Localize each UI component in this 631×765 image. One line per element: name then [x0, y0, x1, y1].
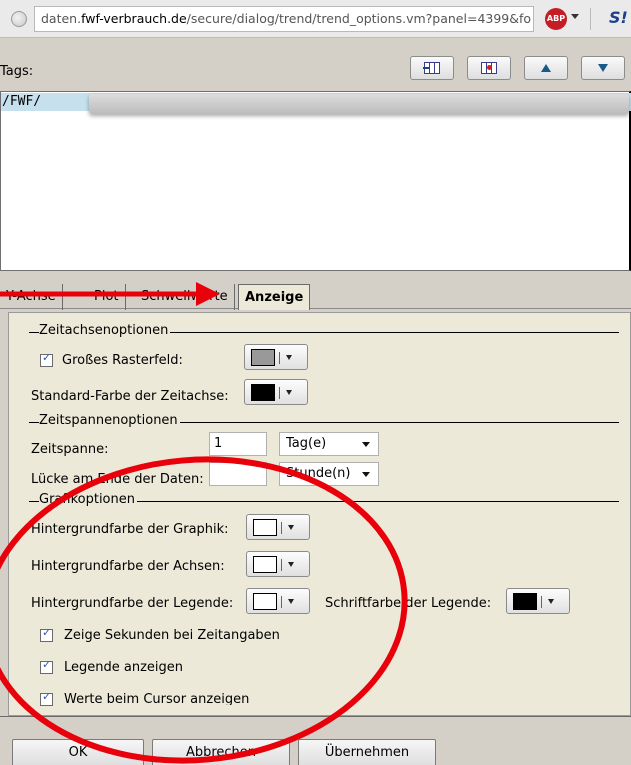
chevron-down-icon: [288, 525, 294, 530]
color-picker-separator: [281, 559, 282, 571]
bg-axes-label: Hintergrundfarbe der Achsen:: [31, 559, 225, 574]
default-color-label: Standard-Farbe der Zeitachse:: [31, 389, 229, 404]
large-grid-label: Großes Rasterfeld:: [62, 353, 183, 368]
extension-icon[interactable]: S!: [609, 8, 628, 27]
url-field[interactable]: daten.fwf-verbrauch.de/secure/dialog/tre…: [34, 6, 534, 32]
chevron-down-icon: [288, 562, 294, 567]
color-swatch: [253, 519, 277, 536]
timespan-input[interactable]: 1: [209, 432, 267, 456]
color-picker-separator: [279, 352, 280, 364]
bg-legend-color-picker[interactable]: [246, 588, 310, 614]
bg-axes-color-picker[interactable]: [246, 551, 310, 577]
color-picker-separator: [541, 596, 542, 608]
remove-row-icon: [481, 62, 497, 74]
globe-icon: [11, 11, 27, 27]
tab-plot[interactable]: Plot: [88, 284, 126, 310]
large-grid-color-picker[interactable]: [244, 344, 308, 370]
tab-thresholds[interactable]: Schwellwerte: [135, 284, 235, 310]
chevron-down-icon: [286, 390, 292, 395]
move-up-button[interactable]: [524, 56, 568, 80]
color-picker-separator: [279, 387, 280, 399]
selected-value: Tag(e): [286, 436, 327, 451]
color-picker-separator: [281, 522, 282, 534]
bg-graphic-label: Hintergrundfarbe der Graphik:: [31, 522, 229, 537]
tab-bar: Y-Achse Plot Schwellwerte Anzeige: [0, 279, 631, 310]
chevron-down-icon: [548, 599, 554, 604]
bg-legend-label: Hintergrundfarbe der Legende:: [31, 596, 234, 611]
group-title-graphic: Grafikoptionen: [39, 492, 137, 507]
timespan-unit-select[interactable]: Tag(e): [279, 432, 379, 456]
large-grid-checkbox[interactable]: [40, 351, 53, 367]
show-legend-checkbox[interactable]: [40, 658, 53, 674]
chevron-down-icon: [286, 355, 292, 360]
gap-input[interactable]: [209, 462, 267, 486]
gap-unit-select[interactable]: Stunde(n): [279, 462, 379, 486]
tab-y-axis[interactable]: Y-Achse: [0, 284, 63, 310]
tags-label: Tags:: [0, 64, 34, 79]
apply-button[interactable]: Übernehmen: [298, 739, 436, 765]
arrow-up-icon: [541, 64, 551, 72]
font-legend-label: Schriftfarbe der Legende:: [325, 596, 492, 611]
bg-graphic-color-picker[interactable]: [246, 514, 310, 540]
remove-tag-button[interactable]: [467, 56, 511, 80]
selected-value: Stunde(n): [286, 466, 351, 481]
show-cursor-values-label: Werte beim Cursor anzeigen: [64, 692, 250, 705]
browser-url-bar: daten.fwf-verbrauch.de/secure/dialog/tre…: [0, 0, 631, 38]
default-color-picker[interactable]: [244, 379, 308, 405]
gap-label: Lücke am Ende der Daten:: [31, 472, 204, 487]
chevron-down-icon: [362, 442, 370, 447]
adblock-icon[interactable]: ABP: [545, 8, 567, 30]
timespan-label: Zeitspanne:: [31, 442, 109, 457]
show-seconds-label: Zeige Sekunden bei Zeitangaben: [64, 628, 280, 643]
group-title-timeaxis: Zeitachsenoptionen: [39, 323, 171, 338]
font-legend-color-picker[interactable]: [506, 588, 570, 614]
color-swatch: [253, 593, 277, 610]
arrow-down-icon: [598, 64, 608, 72]
color-swatch: [251, 384, 275, 401]
color-picker-separator: [281, 596, 282, 608]
add-tag-button[interactable]: [410, 56, 454, 80]
group-title-timespan: Zeitspannenoptionen: [39, 413, 180, 428]
chevron-down-icon: [288, 599, 294, 604]
ok-button[interactable]: OK: [12, 739, 144, 765]
adblock-dropdown-icon[interactable]: [571, 14, 579, 19]
show-legend-label: Legende anzeigen: [64, 660, 184, 675]
redacted-tag-overlay: [89, 94, 629, 114]
toolbar-separator: [590, 8, 591, 30]
tags-list[interactable]: /FWF/: [0, 91, 631, 271]
color-swatch: [513, 593, 537, 610]
color-swatch: [253, 556, 277, 573]
color-swatch: [251, 349, 275, 366]
tab-display[interactable]: Anzeige: [238, 284, 311, 310]
display-options-panel: Zeitachsenoptionen Großes Rasterfeld: St…: [8, 312, 631, 716]
dialog-button-bar: OK Abbrechen Übernehmen: [0, 716, 631, 765]
chevron-down-icon: [362, 472, 370, 477]
show-seconds-checkbox[interactable]: [40, 626, 53, 642]
show-cursor-values-checkbox[interactable]: [40, 690, 53, 706]
cancel-button[interactable]: Abbrechen: [152, 739, 290, 765]
add-row-icon: [423, 62, 440, 74]
move-down-button[interactable]: [581, 56, 625, 80]
tag-path: /FWF/: [2, 94, 42, 109]
